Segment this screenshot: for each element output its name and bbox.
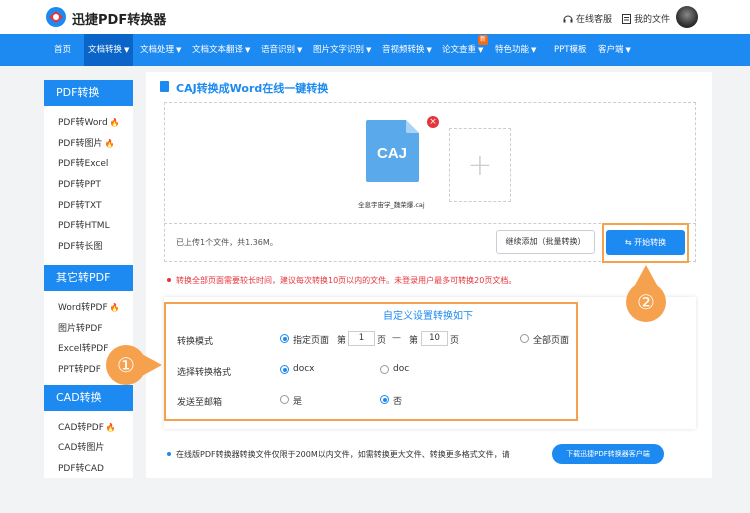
file-name: 全息宇宙学_魏荣爆.caj xyxy=(358,201,425,209)
remove-file-button[interactable]: × xyxy=(427,116,439,128)
chevron-down-icon: ▼ xyxy=(297,46,303,54)
sidebar-item-word-to-pdf[interactable]: Word转PDF 🔥 xyxy=(44,297,133,319)
sidebar-item-pdf-to-cad[interactable]: PDF转CAD xyxy=(44,458,133,480)
email-label: 发送至邮箱 xyxy=(177,398,223,408)
my-files-link[interactable]: 我的文件 xyxy=(622,12,670,25)
footnote-text: 在线版PDF转换器转换文件仅限于200M以内文件，如需转换更大文件、转换更多格式… xyxy=(176,450,510,459)
sidebar: PDF转换 PDF转Word 🔥 PDF转图片 🔥 PDF转Excel PDF转PP… xyxy=(44,80,133,480)
my-files-label: 我的文件 xyxy=(634,15,671,25)
settings-title: 自定义设置转换如下 xyxy=(383,311,473,322)
sidebar-group-pdf-convert: PDF转换 xyxy=(44,80,133,106)
page-prefix: 第 xyxy=(337,336,347,346)
opt-email-no: 否 xyxy=(393,397,403,407)
bullet xyxy=(167,278,171,282)
chevron-down-icon: ▼ xyxy=(245,46,251,54)
nav-speech[interactable]: 语音识别 ▼ xyxy=(261,34,302,66)
chevron-down-icon: ▼ xyxy=(124,46,130,54)
online-service-link[interactable]: 在线客服 xyxy=(563,12,612,25)
chevron-down-icon: ▼ xyxy=(625,46,631,54)
upload-info: 已上传1个文件，共1.36M。 xyxy=(176,238,278,247)
bottom-area xyxy=(0,478,750,513)
radio-email-no[interactable] xyxy=(380,395,389,404)
sidebar-item-image-to-pdf[interactable]: 图片转PDF xyxy=(44,318,133,340)
headset-icon xyxy=(563,15,573,22)
bullet xyxy=(167,452,171,456)
format-label: 选择转换格式 xyxy=(177,368,232,378)
header: 迅捷PDF转换器 在线客服 我的文件 xyxy=(0,0,750,34)
sidebar-item-pdf-to-excel[interactable]: PDF转Excel xyxy=(44,154,133,176)
radio-all-pages[interactable] xyxy=(520,334,529,343)
callout-1: ① xyxy=(106,345,146,385)
radio-doc[interactable] xyxy=(380,365,389,374)
nav-features[interactable]: 特色功能 ▼ xyxy=(495,34,536,66)
sidebar-item-cad-to-image[interactable]: CAD转图片 xyxy=(44,438,133,459)
highlight-settings xyxy=(164,302,578,421)
page-suffix-2: 页 xyxy=(450,336,460,346)
brand-name: 迅捷PDF转换器 xyxy=(72,13,167,28)
nav-home[interactable]: 首页 xyxy=(54,34,71,66)
nav-ocr[interactable]: 图片文字识别 ▼ xyxy=(313,34,371,66)
chevron-down-icon: ▼ xyxy=(366,46,372,54)
page-prefix-2: 第 xyxy=(409,336,419,346)
sidebar-item-pdf-to-txt[interactable]: PDF转TXT xyxy=(44,195,133,217)
page-from-input[interactable]: 1 xyxy=(348,331,375,346)
radio-docx[interactable] xyxy=(280,365,289,374)
chevron-down-icon: ▼ xyxy=(478,46,484,54)
sidebar-item-pdf-to-html[interactable]: PDF转HTML xyxy=(44,216,133,238)
radio-email-yes[interactable] xyxy=(280,395,289,404)
page-to-input[interactable]: 10 xyxy=(421,331,448,346)
fire-icon: 🔥 xyxy=(104,138,115,148)
page-suffix: 页 xyxy=(377,336,387,346)
sidebar-group-other-to-pdf: 其它转PDF xyxy=(44,264,133,291)
sidebar-item-pdf-to-ppt[interactable]: PDF转PPT xyxy=(44,175,133,196)
online-service-label: 在线客服 xyxy=(576,15,613,25)
chevron-down-icon: ▼ xyxy=(176,46,182,54)
fire-icon: 🔥 xyxy=(105,422,116,432)
sidebar-item-pdf-to-long-image[interactable]: PDF转长图 xyxy=(44,237,133,258)
nav-client[interactable]: 客户端 ▼ xyxy=(598,34,631,66)
sidebar-group-cad-convert: CAD转换 xyxy=(44,384,133,411)
caj-file-icon: CAJ xyxy=(366,120,419,182)
fire-icon: 🔥 xyxy=(109,302,120,312)
nav-doc-convert[interactable]: 文档转换 ▼ xyxy=(84,34,134,66)
opt-email-yes: 是 xyxy=(293,397,303,407)
logo xyxy=(46,7,66,27)
callout-2: ② xyxy=(626,282,666,322)
radio-specified-pages[interactable] xyxy=(280,334,289,343)
sidebar-item-pdf-to-image[interactable]: PDF转图片 🔥 xyxy=(44,133,133,155)
opt-doc: doc xyxy=(393,364,410,374)
nav-translate[interactable]: 文档文本翻译 ▼ xyxy=(192,34,250,66)
new-badge: 新 xyxy=(478,35,488,45)
nav-doc-process[interactable]: 文档处理 ▼ xyxy=(140,34,181,66)
mode-label: 转换模式 xyxy=(177,337,214,347)
nav-ppt-templates[interactable]: PPT模板 xyxy=(554,34,586,66)
file-ext-label: CAJ xyxy=(377,145,407,162)
highlight-start xyxy=(602,223,689,263)
opt-docx: docx xyxy=(293,364,315,374)
continue-add-button[interactable]: 继续添加（批量转换） xyxy=(496,230,595,254)
fire-icon: 🔥 xyxy=(109,118,120,127)
sidebar-item-pdf-to-word[interactable]: PDF转Word 🔥 xyxy=(44,113,133,134)
sidebar-item-cad-to-pdf[interactable]: CAD转PDF 🔥 xyxy=(44,417,133,439)
main-nav: 首页 文档转换 ▼ 文档处理 ▼ 文档文本翻译 ▼ 语音识别 ▼ 图片文字识别 ▼ 音视频… xyxy=(0,34,750,66)
chevron-down-icon: ▼ xyxy=(531,46,537,54)
file-icon xyxy=(622,13,631,24)
download-client-button[interactable]: 下载迅捷PDF转换器客户端 xyxy=(552,444,664,464)
add-file-button[interactable]: + xyxy=(449,128,511,202)
opt-all-pages: 全部页面 xyxy=(533,336,570,346)
document-icon xyxy=(160,81,169,92)
avatar[interactable] xyxy=(676,6,698,28)
warning-text: 转换全部页面需要较长时间，建议每次转换10页以内的文件。未登录用户最多可转换20… xyxy=(176,276,517,285)
nav-av-convert[interactable]: 音视频转换 ▼ xyxy=(382,34,432,66)
page-title: CAJ转换成Word在线一键转换 xyxy=(176,82,329,95)
opt-specified-pages: 指定页面 xyxy=(293,336,330,346)
page-dash: — xyxy=(392,333,401,343)
chevron-down-icon: ▼ xyxy=(426,46,432,54)
